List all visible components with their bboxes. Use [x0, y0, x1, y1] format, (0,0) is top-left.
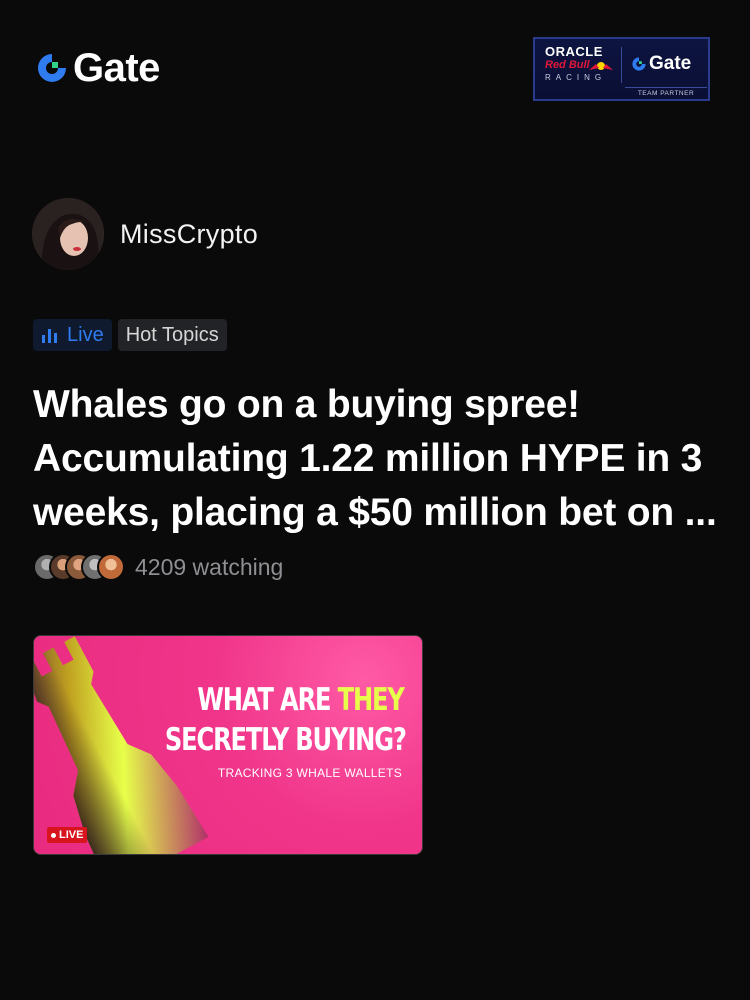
- partner-team-text: TEAM PARTNER: [625, 87, 707, 97]
- page: Gate ORACLE Red Bull RACING Gate TEAM PA…: [0, 0, 750, 1000]
- gate-logo[interactable]: Gate: [35, 48, 160, 88]
- thumbnail-headline-prefix: WHAT ARE: [197, 682, 338, 718]
- partner-redbull-text: Red Bull: [545, 59, 590, 71]
- tag-live-label: Live: [67, 323, 104, 346]
- avatar-image: [32, 198, 104, 270]
- tag-hot-topics-label: Hot Topics: [125, 323, 219, 346]
- gate-logo-text: Gate: [73, 46, 160, 90]
- tag-hot-topics[interactable]: Hot Topics: [117, 319, 227, 351]
- live-dot-icon: [51, 832, 56, 838]
- thumbnail-headline-line2: SECRETLY BUYING?: [165, 722, 407, 758]
- live-bars-icon: [42, 329, 57, 343]
- partner-gate-text: Gate: [649, 53, 692, 74]
- watching-row: 4209 watching: [33, 553, 283, 581]
- thumbnail-subtitle: TRACKING 3 WHALE WALLETS: [217, 766, 402, 780]
- author-row[interactable]: MissCrypto: [32, 198, 258, 270]
- viewer-avatar: [97, 553, 125, 581]
- post-title[interactable]: Whales go on a buying spree! Accumulatin…: [33, 378, 723, 540]
- team-partner-badge: ORACLE Red Bull RACING Gate TEAM PARTNER: [533, 37, 710, 101]
- author-name[interactable]: MissCrypto: [120, 219, 258, 250]
- partner-gate-logo: Gate: [631, 53, 691, 75]
- viewer-avatars: [33, 553, 125, 581]
- thumbnail-live-badge: LIVE: [47, 827, 88, 843]
- thumbnail-live-label: LIVE: [59, 829, 84, 841]
- gate-logo-icon: [38, 54, 66, 82]
- partner-divider: [621, 47, 622, 83]
- tag-live[interactable]: Live: [33, 319, 112, 351]
- partner-oracle-text: ORACLE: [545, 44, 603, 59]
- gate-logo-icon: [632, 57, 646, 71]
- red-bull-icon: [589, 62, 613, 70]
- thumbnail-headline-highlight: THEY: [337, 682, 405, 718]
- thumbnail-headline-line1: WHAT ARE THEY: [197, 682, 406, 718]
- live-thumbnail[interactable]: WHAT ARE THEY SECRETLY BUYING? TRACKING …: [33, 635, 423, 855]
- tag-row: Live Hot Topics: [33, 319, 227, 351]
- partner-racing-text: RACING: [545, 73, 607, 82]
- author-avatar[interactable]: [32, 198, 104, 270]
- watching-count: 4209 watching: [135, 553, 284, 580]
